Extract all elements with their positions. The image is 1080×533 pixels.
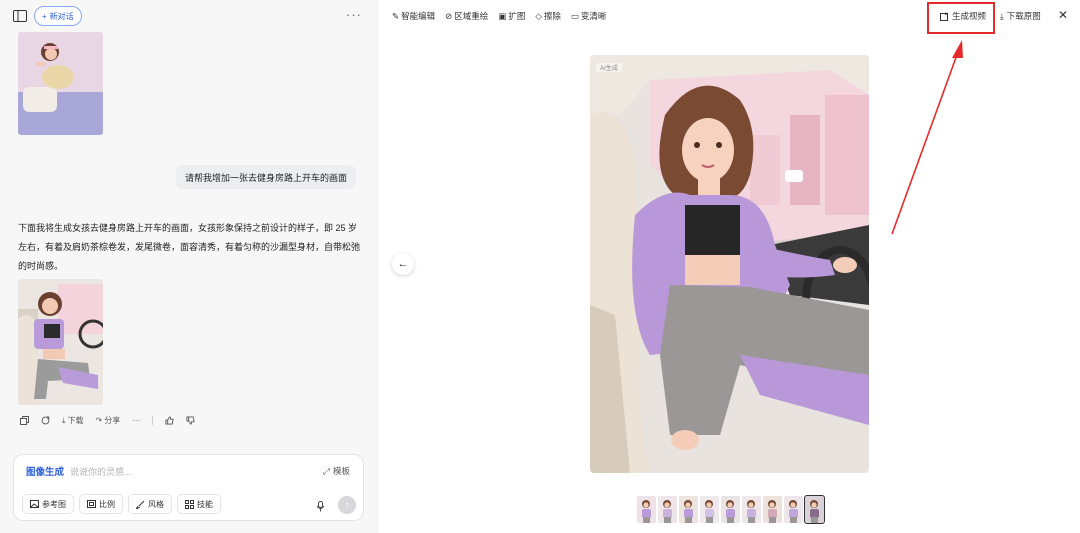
- erase-button[interactable]: ◇ 擦除: [535, 10, 561, 22]
- microphone-icon[interactable]: [316, 499, 325, 517]
- close-icon[interactable]: ✕: [1058, 8, 1068, 22]
- thumbnail-4[interactable]: [700, 496, 719, 523]
- thumbnail-7[interactable]: [763, 496, 782, 523]
- download-label: 下载: [67, 416, 84, 425]
- skills-chip[interactable]: 技能: [177, 494, 221, 514]
- reference-image-label: 参考图: [42, 499, 66, 509]
- image-viewer: ✎ 智能编辑 ⊘ 区域重绘 ▣ 扩图 ◇ 擦除 ▭ 变清晰 生成视频 ⤓ 下载原…: [377, 0, 1080, 533]
- smart-edit-label: 智能编辑: [401, 11, 436, 21]
- download-original-label: 下载原图: [1006, 11, 1041, 21]
- thumbnail-2[interactable]: [658, 496, 677, 523]
- share-icon: ↷: [95, 416, 103, 425]
- message-actions: ⤓ 下载 ↷ 分享 ···: [20, 415, 195, 426]
- thumbnail-3[interactable]: [679, 496, 698, 523]
- prompt-input[interactable]: 说说你的灵感...: [70, 465, 132, 478]
- expand-icon: ▣: [498, 10, 507, 21]
- style-chip[interactable]: 风格: [128, 494, 172, 514]
- download-icon: ⤓: [62, 415, 66, 425]
- expand-icon: ⤢: [323, 465, 330, 476]
- download-button[interactable]: ⤓ 下载: [62, 415, 84, 426]
- sidebar-toggle-icon[interactable]: [12, 9, 28, 23]
- sharpen-label: 变清晰: [580, 11, 607, 21]
- assistant-message: 下面我将生成女孩去健身房路上开车的画面，女孩形象保持之前设计的样子，即 25 岁…: [18, 223, 361, 271]
- regenerate-icon[interactable]: [41, 416, 50, 425]
- thumbnail-9[interactable]: [804, 495, 825, 524]
- ai-watermark: AI生成: [600, 64, 618, 72]
- composer: 图像生成 说说你的灵感... ⤢ 模板 参考图 比例 风格 技能 ↑: [13, 454, 364, 521]
- smart-edit-button[interactable]: ✎ 智能编辑: [392, 10, 435, 22]
- annotation-highlight-box: [927, 2, 995, 34]
- send-button[interactable]: ↑: [338, 496, 356, 514]
- ratio-label: 比例: [99, 499, 115, 509]
- arrow-up-icon: ↑: [344, 499, 350, 511]
- composer-chips: 参考图 比例 风格 技能: [22, 494, 221, 514]
- thumbnail-6[interactable]: [742, 496, 761, 523]
- new-chat-label: 新对话: [49, 11, 74, 21]
- hd-icon: ▭: [570, 10, 579, 21]
- ratio-icon: [87, 500, 96, 508]
- thumbnail-5[interactable]: [721, 496, 740, 523]
- main-generated-image[interactable]: AI生成: [590, 55, 869, 473]
- reference-image-chip[interactable]: 参考图: [22, 494, 74, 514]
- grid-icon: [185, 499, 194, 509]
- ratio-chip[interactable]: 比例: [79, 494, 123, 514]
- copy-icon[interactable]: [20, 416, 29, 425]
- download-icon: ⤓: [1000, 10, 1004, 21]
- magic-wand-icon: ✎: [392, 10, 400, 21]
- thumbnail-strip: [637, 495, 825, 524]
- template-label: 模板: [332, 466, 350, 476]
- sharpen-button[interactable]: ▭ 变清晰: [571, 10, 607, 22]
- skills-label: 技能: [197, 499, 213, 509]
- download-original-button[interactable]: ⤓ 下载原图: [1000, 10, 1041, 22]
- new-chat-button[interactable]: + 新对话: [34, 6, 82, 26]
- template-button[interactable]: ⤢ 模板: [323, 465, 350, 477]
- thumbs-down-icon[interactable]: [186, 416, 195, 425]
- more-options-icon[interactable]: ···: [346, 7, 362, 22]
- thumbnail-1[interactable]: [637, 496, 656, 523]
- expand-image-button[interactable]: ▣ 扩图: [498, 10, 525, 22]
- previous-image-button[interactable]: ←: [392, 253, 414, 275]
- inpaint-label: 区域重绘: [454, 11, 489, 21]
- style-label: 风格: [148, 499, 164, 509]
- divider: [152, 416, 154, 425]
- thumbs-up-icon[interactable]: [165, 416, 174, 425]
- user-message: 请帮我增加一张去健身房路上开车的画面: [176, 165, 357, 189]
- generated-image-thumbnail[interactable]: [18, 279, 103, 405]
- previous-generated-image[interactable]: [18, 32, 103, 135]
- plus-icon: +: [42, 11, 47, 21]
- brush-icon: [136, 500, 145, 509]
- share-button[interactable]: ↷ 分享: [96, 415, 121, 426]
- share-label: 分享: [104, 416, 121, 425]
- brush-icon: ⊘: [445, 10, 453, 21]
- arrow-left-icon: ←: [397, 258, 409, 270]
- more-actions-icon[interactable]: ···: [132, 416, 140, 425]
- erase-label: 擦除: [543, 11, 561, 21]
- thumbnail-8[interactable]: [784, 496, 803, 523]
- inpaint-button[interactable]: ⊘ 区域重绘: [445, 10, 488, 22]
- chat-panel: + 新对话 ··· 请帮我增加一张去健身房路上开车的画面 下面我将生成女孩去健身…: [0, 0, 377, 533]
- edit-toolbar: ✎ 智能编辑 ⊘ 区域重绘 ▣ 扩图 ◇ 擦除 ▭ 变清晰: [392, 10, 606, 22]
- mode-label-image-generation[interactable]: 图像生成: [26, 464, 64, 478]
- eraser-icon: ◇: [535, 10, 542, 21]
- expand-image-label: 扩图: [508, 11, 526, 21]
- image-icon: [30, 500, 39, 508]
